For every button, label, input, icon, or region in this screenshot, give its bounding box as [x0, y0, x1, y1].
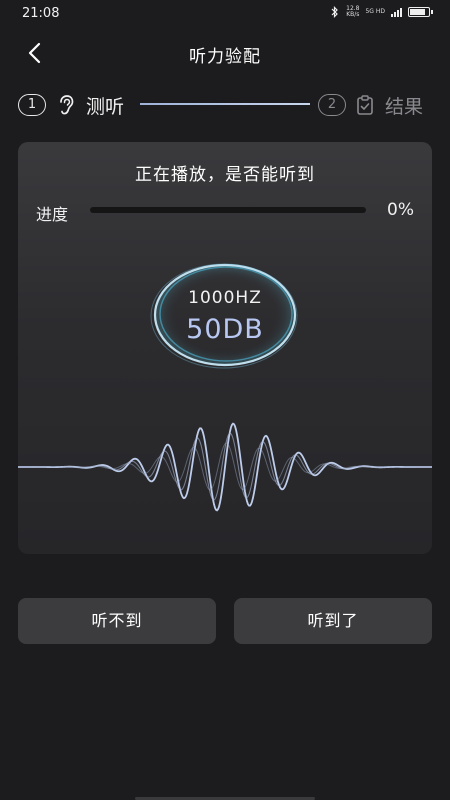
step-1-label: 测听 [86, 96, 125, 118]
frequency-label: 1000HZ [188, 288, 262, 308]
signal-icon [391, 7, 402, 17]
hearing-test-screen: 21:08 12.8 KB/s 5G HD 听力验配 1 测听 2 结果 正在播… [0, 0, 450, 800]
net-speed: 12.8 KB/s [346, 6, 359, 18]
step-1-number: 1 [18, 94, 46, 116]
step-indicator: 1 测听 2 结果 [0, 90, 450, 120]
status-time: 21:08 [22, 6, 60, 21]
clipboard-check-icon [357, 95, 373, 115]
page-title: 听力验配 [189, 47, 261, 67]
ear-icon [60, 95, 74, 115]
status-icons: 12.8 KB/s 5G HD [330, 6, 433, 18]
cant-hear-button[interactable]: 听不到 [18, 598, 216, 644]
card-title: 正在播放，是否能听到 [135, 165, 315, 185]
status-bar: 21:08 12.8 KB/s 5G HD [0, 0, 450, 26]
net-speed-unit: KB/s [346, 11, 360, 18]
progress-bar [90, 207, 366, 213]
test-card: 正在播放，是否能听到 进度 0% 1000HZ 50DB [18, 142, 432, 554]
sound-wave [18, 422, 432, 512]
battery-icon [408, 7, 433, 17]
progress-label: 进度 [36, 205, 69, 224]
level-label: 50DB [186, 314, 264, 345]
header: 听力验配 [0, 30, 450, 74]
step-2-label: 结果 [385, 96, 424, 118]
bluetooth-icon [331, 6, 338, 18]
network-type: 5G HD [365, 8, 385, 15]
progress-value: 0% [387, 200, 414, 220]
step-2-number: 2 [318, 94, 346, 116]
step-connector [140, 103, 310, 105]
can-hear-button[interactable]: 听到了 [234, 598, 432, 644]
